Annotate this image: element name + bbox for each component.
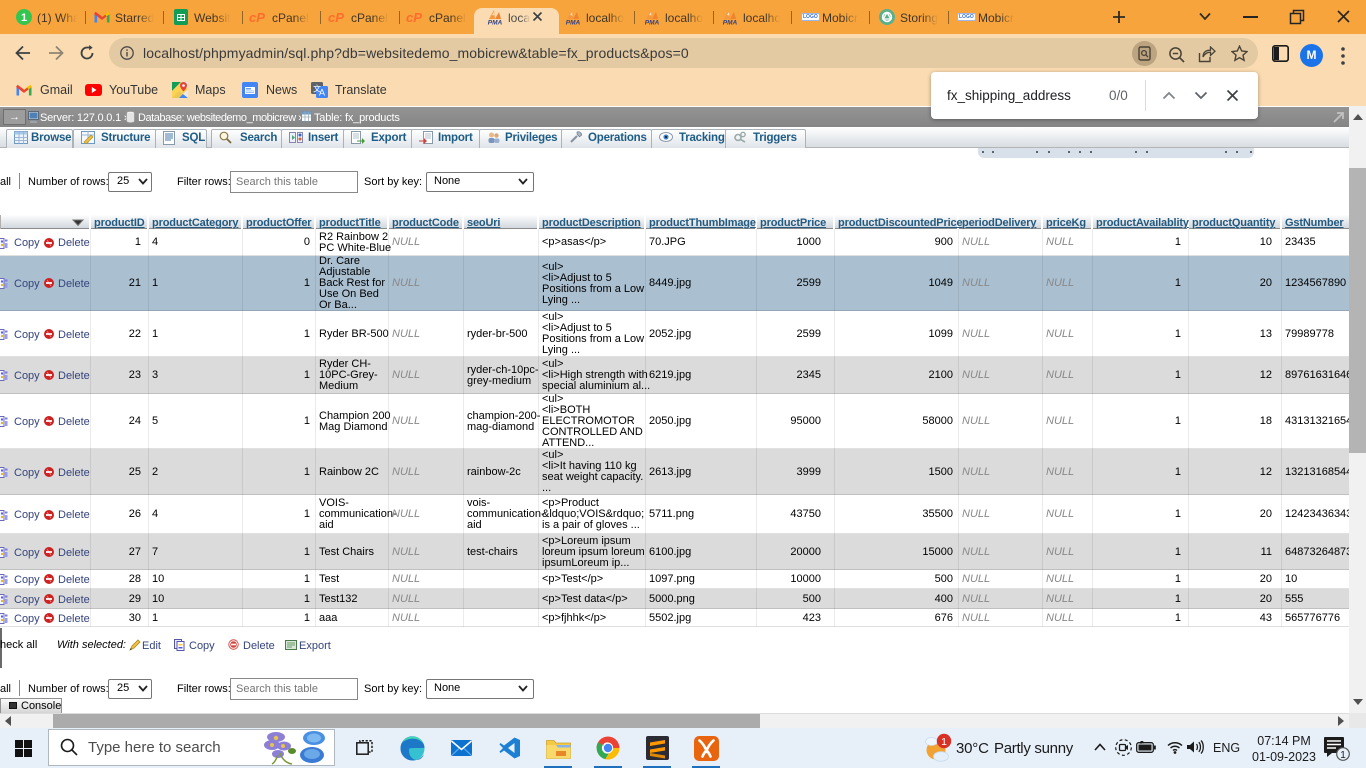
svg-text:PMA: PMA [566, 20, 581, 26]
svg-text:1: 1 [941, 736, 947, 748]
svg-text:PMA: PMA [723, 20, 738, 26]
svg-text:1: 1 [1340, 750, 1346, 761]
svg-text:PMA: PMA [488, 20, 503, 26]
svg-text:文: 文 [313, 84, 321, 94]
svg-text:PMA: PMA [645, 20, 660, 26]
svg-text:1: 1 [21, 12, 27, 24]
